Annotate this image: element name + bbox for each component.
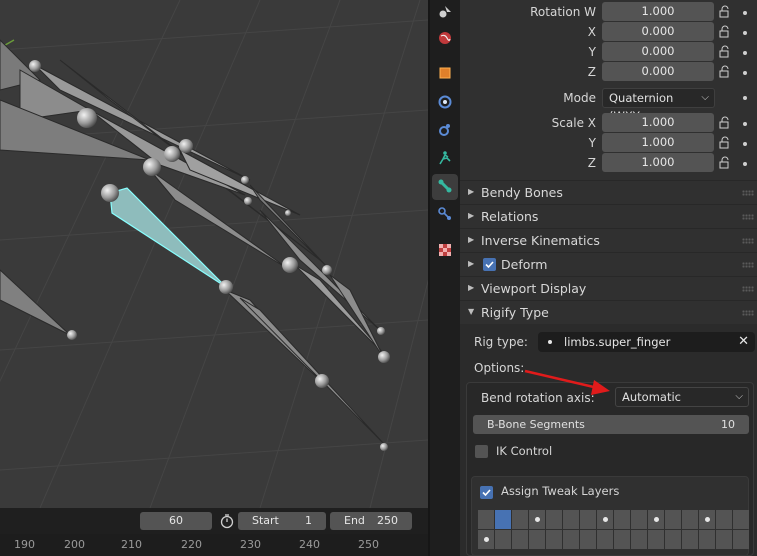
annotation-arrow — [524, 369, 610, 395]
